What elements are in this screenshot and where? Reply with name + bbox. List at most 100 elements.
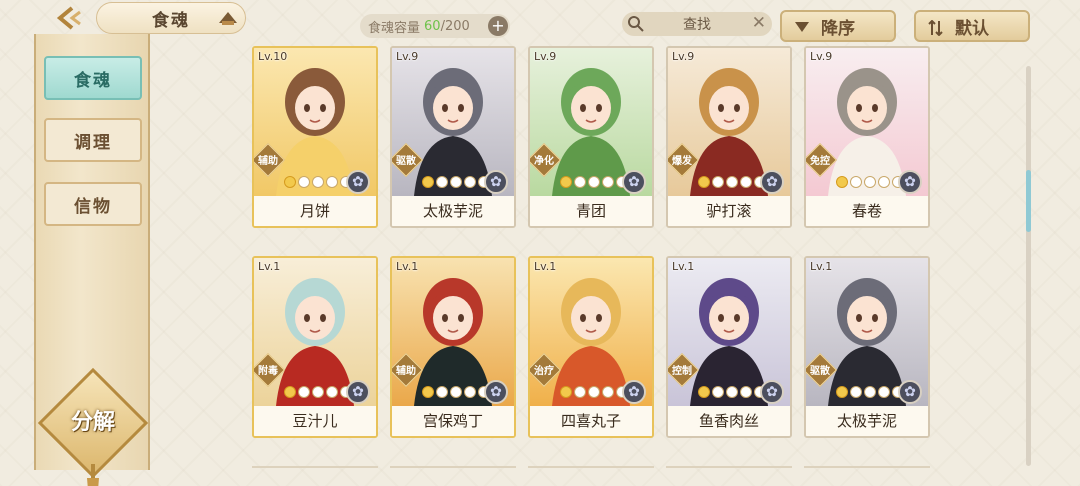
role-label: 辅助 [396,366,416,377]
food-soul-card[interactable]: Lv.1 辅助 ✿ 宫保鸡丁 [390,256,516,438]
star-rating [836,176,904,188]
flower-icon: ✿ [484,380,508,404]
star-rating [698,176,766,188]
tassel-icon [87,464,99,486]
level-label: Lv.9 [810,50,833,63]
star-icon [864,386,876,398]
level-label: Lv.1 [810,260,833,273]
back-button[interactable] [40,4,92,32]
clear-search-icon[interactable]: ✕ [752,13,766,33]
food-soul-card[interactable]: Lv.1 控制 ✿ 鱼香肉丝 [666,256,792,438]
scrollbar-thumb[interactable] [1026,170,1031,232]
card-name: 春卷 [806,196,928,226]
card-name: 驴打滚 [668,196,790,226]
sidebar-item-conditioning[interactable]: 调理 [44,118,142,162]
food-soul-card[interactable]: Lv.10 辅助 ✿ 月饼 [252,46,378,228]
decompose-label[interactable]: 分解 [48,404,138,436]
role-label: 驱散 [396,156,416,167]
level-label: Lv.1 [672,260,695,273]
star-rating [422,176,490,188]
level-label: Lv.9 [672,50,695,63]
star-icon [602,386,614,398]
star-icon [422,386,434,398]
level-label: Lv.1 [258,260,281,273]
hat-icon [219,12,237,25]
star-icon [450,176,462,188]
card-name: 四喜丸子 [530,406,652,436]
back-arrow-icon [56,6,81,30]
flower-icon: ✿ [622,380,646,404]
role-label: 驱散 [810,366,830,377]
search-bar[interactable]: 查找 ✕ [622,12,772,36]
card-name: 太极芋泥 [392,196,514,226]
scrollbar-track[interactable] [1026,66,1031,466]
star-icon [588,386,600,398]
card-grid: Lv.10 辅助 ✿ 月饼 Lv.9 驱散 ✿ 太极芋泥 Lv.9 净化 ✿ 青… [252,46,932,486]
flower-icon: ✿ [484,170,508,194]
sort-order-label: 降序 [821,18,855,39]
star-icon [726,386,738,398]
star-icon [326,386,338,398]
star-icon [312,176,324,188]
sort-order-button[interactable]: 降序 [780,10,896,42]
food-soul-card[interactable]: Lv.1 治疗 ✿ 四喜丸子 [528,256,654,438]
star-icon [422,176,434,188]
sidebar-item-label: 调理 [74,132,112,153]
sort-default-label: 默认 [955,18,989,39]
food-soul-card[interactable]: Lv.9 驱散 ✿ 太极芋泥 [390,46,516,228]
capacity-counter: 食魂容量 60 /200 + [360,14,510,38]
star-icon [740,386,752,398]
sidebar-item-label: 信物 [74,196,112,217]
card-name: 太极芋泥 [806,406,928,436]
flower-icon: ✿ [346,170,370,194]
level-label: Lv.9 [396,50,419,63]
role-label: 控制 [672,366,692,377]
next-row-edge [804,466,930,468]
level-label: Lv.10 [258,50,288,63]
star-icon [836,176,848,188]
role-label: 治疗 [534,366,554,377]
star-rating [284,386,352,398]
next-row-edge [252,466,378,468]
star-icon [298,386,310,398]
card-name: 豆汁儿 [254,406,376,436]
add-capacity-button[interactable]: + [488,16,508,36]
sidebar-item-label: 食魂 [74,70,112,91]
sidebar-item-tokens[interactable]: 信物 [44,182,142,226]
search-label: 查找 [683,17,711,33]
star-icon [740,176,752,188]
star-icon [560,386,572,398]
capacity-total: /200 [440,18,470,34]
food-soul-card[interactable]: Lv.9 爆发 ✿ 驴打滚 [666,46,792,228]
role-label: 免控 [810,156,830,167]
sort-default-button[interactable]: 默认 [914,10,1030,42]
flower-icon: ✿ [898,170,922,194]
star-icon [464,386,476,398]
capacity-label: 食魂容量 [368,20,421,36]
food-soul-card[interactable]: Lv.1 附毒 ✿ 豆汁儿 [252,256,378,438]
food-soul-card[interactable]: Lv.1 驱散 ✿ 太极芋泥 [804,256,930,438]
flower-icon: ✿ [760,170,784,194]
role-label: 净化 [534,156,554,167]
star-icon [878,386,890,398]
star-icon [560,176,572,188]
sidebar-item-food-souls[interactable]: 食魂 [44,56,142,100]
card-name: 月饼 [254,196,376,226]
star-icon [450,386,462,398]
next-row-edge [390,466,516,468]
star-icon [726,176,738,188]
star-rating [698,386,766,398]
next-row-edge [528,466,654,468]
star-icon [464,176,476,188]
food-soul-card[interactable]: Lv.9 免控 ✿ 春卷 [804,46,930,228]
level-label: Lv.9 [534,50,557,63]
flower-icon: ✿ [760,380,784,404]
food-soul-card[interactable]: Lv.9 净化 ✿ 青团 [528,46,654,228]
star-icon [284,386,296,398]
card-name: 宫保鸡丁 [392,406,514,436]
star-icon [436,386,448,398]
star-icon [836,386,848,398]
star-icon [712,386,724,398]
capacity-current: 60 [424,18,441,34]
star-icon [588,176,600,188]
